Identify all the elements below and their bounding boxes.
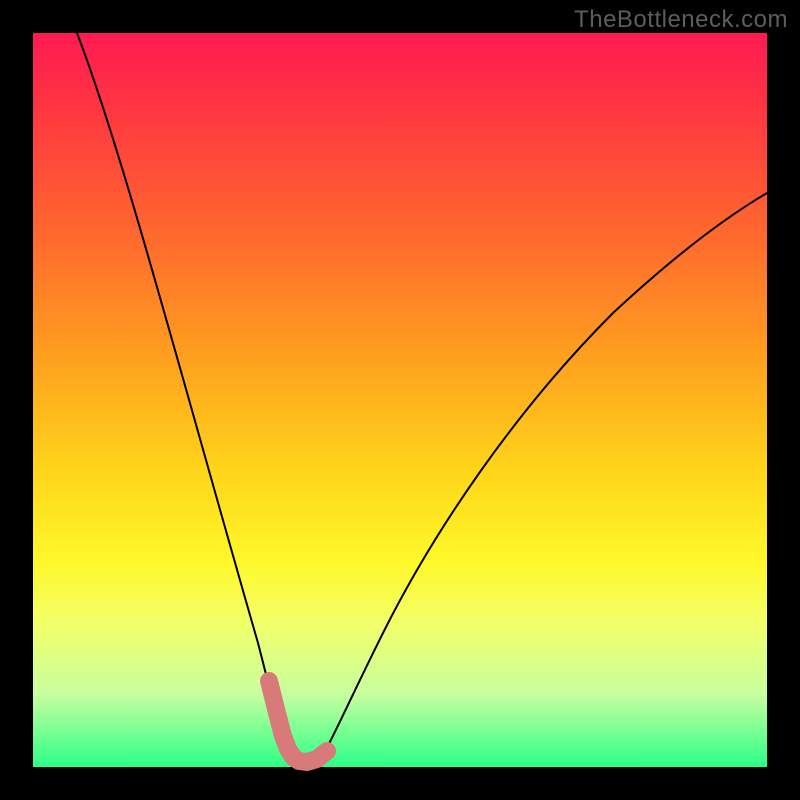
minimum-highlight (269, 681, 327, 762)
watermark-text: TheBottleneck.com (574, 6, 788, 34)
plot-svg (33, 33, 767, 767)
bottleneck-curve (77, 33, 767, 765)
plot-area (33, 33, 767, 767)
chart-frame: TheBottleneck.com (0, 0, 800, 800)
